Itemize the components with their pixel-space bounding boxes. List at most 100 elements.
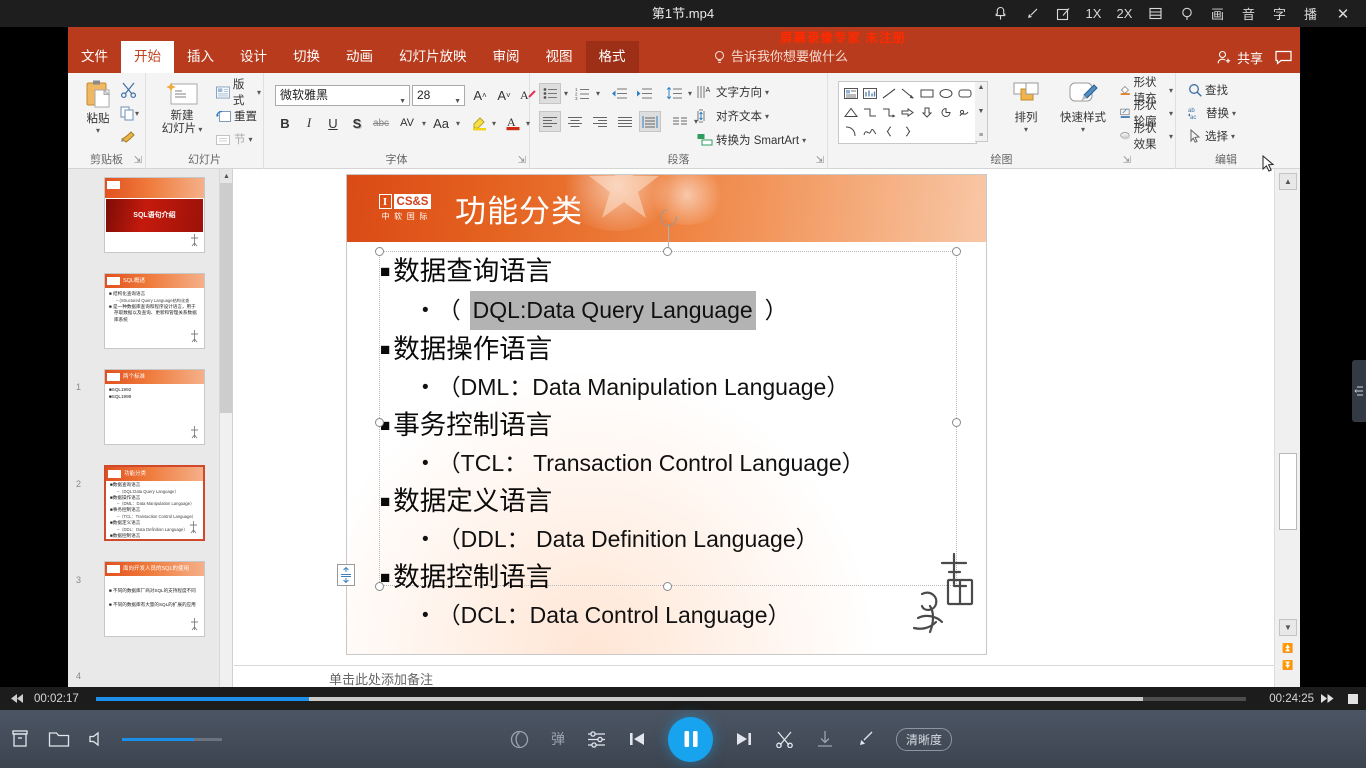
section-dropdown-arrow[interactable]: ▾ [249, 135, 253, 144]
tab-view[interactable]: 视图 [533, 41, 586, 73]
bullet-line-3[interactable]: ■ 数据操作语言 [380, 330, 956, 369]
shapes-gallery[interactable] [838, 81, 977, 144]
cut-clip-icon[interactable] [775, 730, 794, 748]
increase-indent-button[interactable] [633, 83, 655, 104]
character-spacing-button[interactable]: AV [394, 112, 420, 134]
quick-styles-dropdown-arrow[interactable]: ▾ [1054, 125, 1112, 134]
line-spacing-button[interactable] [663, 83, 685, 104]
columns-button[interactable] [669, 111, 691, 132]
quick-styles-button[interactable]: 快速样式 ▾ [1054, 81, 1112, 134]
text-direction-button[interactable]: A 文字方向 ▾ [695, 81, 771, 103]
bulb-icon[interactable] [1171, 0, 1202, 27]
shape-effects-button[interactable]: 形状效果 ▾ [1118, 123, 1175, 151]
align-text-dropdown-arrow[interactable]: ▾ [765, 112, 769, 121]
audio-icon[interactable]: 音 [1233, 0, 1264, 27]
justify-button[interactable] [614, 111, 636, 132]
pin-icon[interactable] [985, 0, 1016, 27]
slide-thumbnail-3[interactable]: 两个标准 ■SQL1992 ■SQL1999 [104, 369, 205, 445]
tab-design[interactable]: 设计 [227, 41, 280, 73]
notes-pane[interactable]: 单击此处添加备注 [234, 665, 1274, 687]
shape-right-brace-icon[interactable] [898, 122, 917, 141]
bullets-dropdown-arrow[interactable]: ▾ [564, 89, 568, 98]
shape-freeform-icon[interactable] [955, 103, 974, 122]
bullet-line-2[interactable]: • （ DQL:Data Query Language ） [380, 291, 956, 330]
speed-1x-button[interactable]: 1X [1078, 0, 1109, 27]
stop-button[interactable] [1340, 693, 1366, 705]
shape-arc-icon[interactable] [841, 122, 860, 141]
shape-curve-icon[interactable] [860, 122, 879, 141]
slide-thumbnail-5[interactable]: 面向开发人员的SQL的使用 ■ 不同的数据库厂商对SQL的支持程度不同 ■ 不同… [104, 561, 205, 637]
font-size-chevron-down-icon[interactable]: ▼ [454, 92, 461, 111]
shape-right-arrow-icon[interactable] [898, 103, 917, 122]
fast-forward-button[interactable] [1314, 693, 1340, 704]
shape-left-brace-icon[interactable] [879, 122, 898, 141]
shape-arrow-icon[interactable] [898, 84, 917, 103]
select-dropdown-arrow[interactable]: ▾ [1231, 132, 1235, 141]
content-placeholder[interactable]: ■ 数据查询语言 • （ DQL:Data Query Language ） ■ 数… [379, 251, 957, 628]
tab-review[interactable]: 审阅 [480, 41, 533, 73]
highlight-dropdown-arrow[interactable]: ▾ [492, 119, 496, 128]
shape-elbow-arrow-icon[interactable] [879, 103, 898, 122]
bold-button[interactable]: B [274, 112, 296, 134]
thumbnail-scroll-up-icon[interactable]: ▲ [220, 169, 232, 183]
numbering-dropdown-arrow[interactable]: ▾ [596, 89, 600, 98]
replace-button[interactable]: ab ac 替换 ▾ [1186, 102, 1238, 124]
shape-outline-dropdown-arrow[interactable]: ▾ [1169, 109, 1173, 118]
tab-format[interactable]: 格式 [585, 41, 639, 73]
subtitle-icon[interactable]: 字 [1264, 0, 1295, 27]
align-right-button[interactable] [589, 111, 611, 132]
danmaku-toggle[interactable]: 弹 [551, 729, 565, 749]
italic-button[interactable]: I [298, 112, 320, 134]
slide-thumbnail-pane[interactable]: 1 SQL语句介绍 2 SQL概述 ■ 结构化查询语言 – (Structure… [68, 169, 233, 687]
tell-me-box[interactable]: 告诉我你想要做什么 [713, 41, 848, 73]
picture-icon[interactable]: 画 [1202, 0, 1233, 27]
previous-track-button[interactable] [628, 731, 646, 747]
reset-button[interactable]: 重置 [214, 105, 259, 127]
share-button[interactable]: 共享 [1217, 48, 1263, 67]
copy-dropdown-arrow[interactable]: ▾ [135, 109, 139, 118]
shrink-window-icon[interactable] [856, 730, 874, 748]
shape-triangle-icon[interactable] [841, 103, 860, 122]
text-highlight-button[interactable] [468, 112, 490, 134]
shape-chart-icon[interactable] [860, 84, 879, 103]
broadcast-icon[interactable]: 播 [1295, 0, 1326, 27]
rewind-button[interactable] [0, 693, 34, 704]
thumbnail-scroll-thumb[interactable] [220, 183, 232, 413]
align-center-button[interactable] [564, 111, 586, 132]
text-shadow-button[interactable]: S [346, 112, 368, 134]
align-left-button[interactable] [539, 111, 561, 132]
volume-slider[interactable] [122, 737, 222, 741]
resize-handle-tl[interactable] [375, 247, 384, 256]
side-panel-toggle[interactable] [1352, 360, 1366, 422]
scroll-down-button[interactable]: ▼ [1279, 619, 1297, 636]
align-text-button[interactable]: 对齐文本 ▾ [695, 105, 771, 127]
font-family-chevron-down-icon[interactable]: ▼ [399, 92, 406, 111]
convert-smartart-button[interactable]: 转换为 SmartArt ▾ [695, 129, 808, 151]
previous-slide-button[interactable]: ⏫ [1280, 641, 1296, 655]
font-color-button[interactable]: A [502, 112, 524, 134]
loop-icon[interactable] [510, 730, 529, 749]
tab-file[interactable]: 文件 [68, 41, 121, 73]
slide-canvas[interactable]: I CS&S 中 软 国 际 功能分类 ■ 数据查询语言 • （ DQL:Dat… [346, 174, 987, 655]
arrange-button[interactable]: 排列 ▾ [1003, 81, 1049, 134]
section-button[interactable]: 节 ▾ [214, 128, 255, 150]
slide-thumbnail-2[interactable]: SQL概述 ■ 结构化查询语言 – (Structured Query Lang… [104, 273, 205, 349]
slide-title[interactable]: 功能分类 [455, 186, 583, 231]
selected-text[interactable]: DQL:Data Query Language [469, 291, 756, 330]
arrange-dropdown-arrow[interactable]: ▾ [1003, 125, 1049, 134]
layout-button[interactable]: 版式 ▾ [214, 79, 263, 107]
scroll-thumb[interactable] [1279, 453, 1297, 530]
decrease-font-size-button[interactable]: A ˅ [493, 84, 515, 106]
shape-down-arrow-icon[interactable] [917, 103, 936, 122]
font-dialog-launcher[interactable]: ⇲ [518, 155, 526, 166]
distribute-button[interactable] [639, 111, 661, 132]
playlist-icon[interactable] [1140, 0, 1171, 27]
video-progress-bar[interactable]: 00:02:17 00:24:25 [0, 687, 1366, 710]
resize-handle-bc[interactable] [663, 582, 672, 591]
shapes-more-icon[interactable]: ≡ [979, 132, 983, 139]
bullets-button[interactable] [539, 83, 561, 104]
drawing-dialog-launcher[interactable]: ⇲ [1123, 155, 1131, 166]
select-button[interactable]: 选择 ▾ [1186, 125, 1237, 147]
tab-slideshow[interactable]: 幻灯片放映 [386, 41, 480, 73]
snapshot-icon[interactable] [1047, 0, 1078, 27]
